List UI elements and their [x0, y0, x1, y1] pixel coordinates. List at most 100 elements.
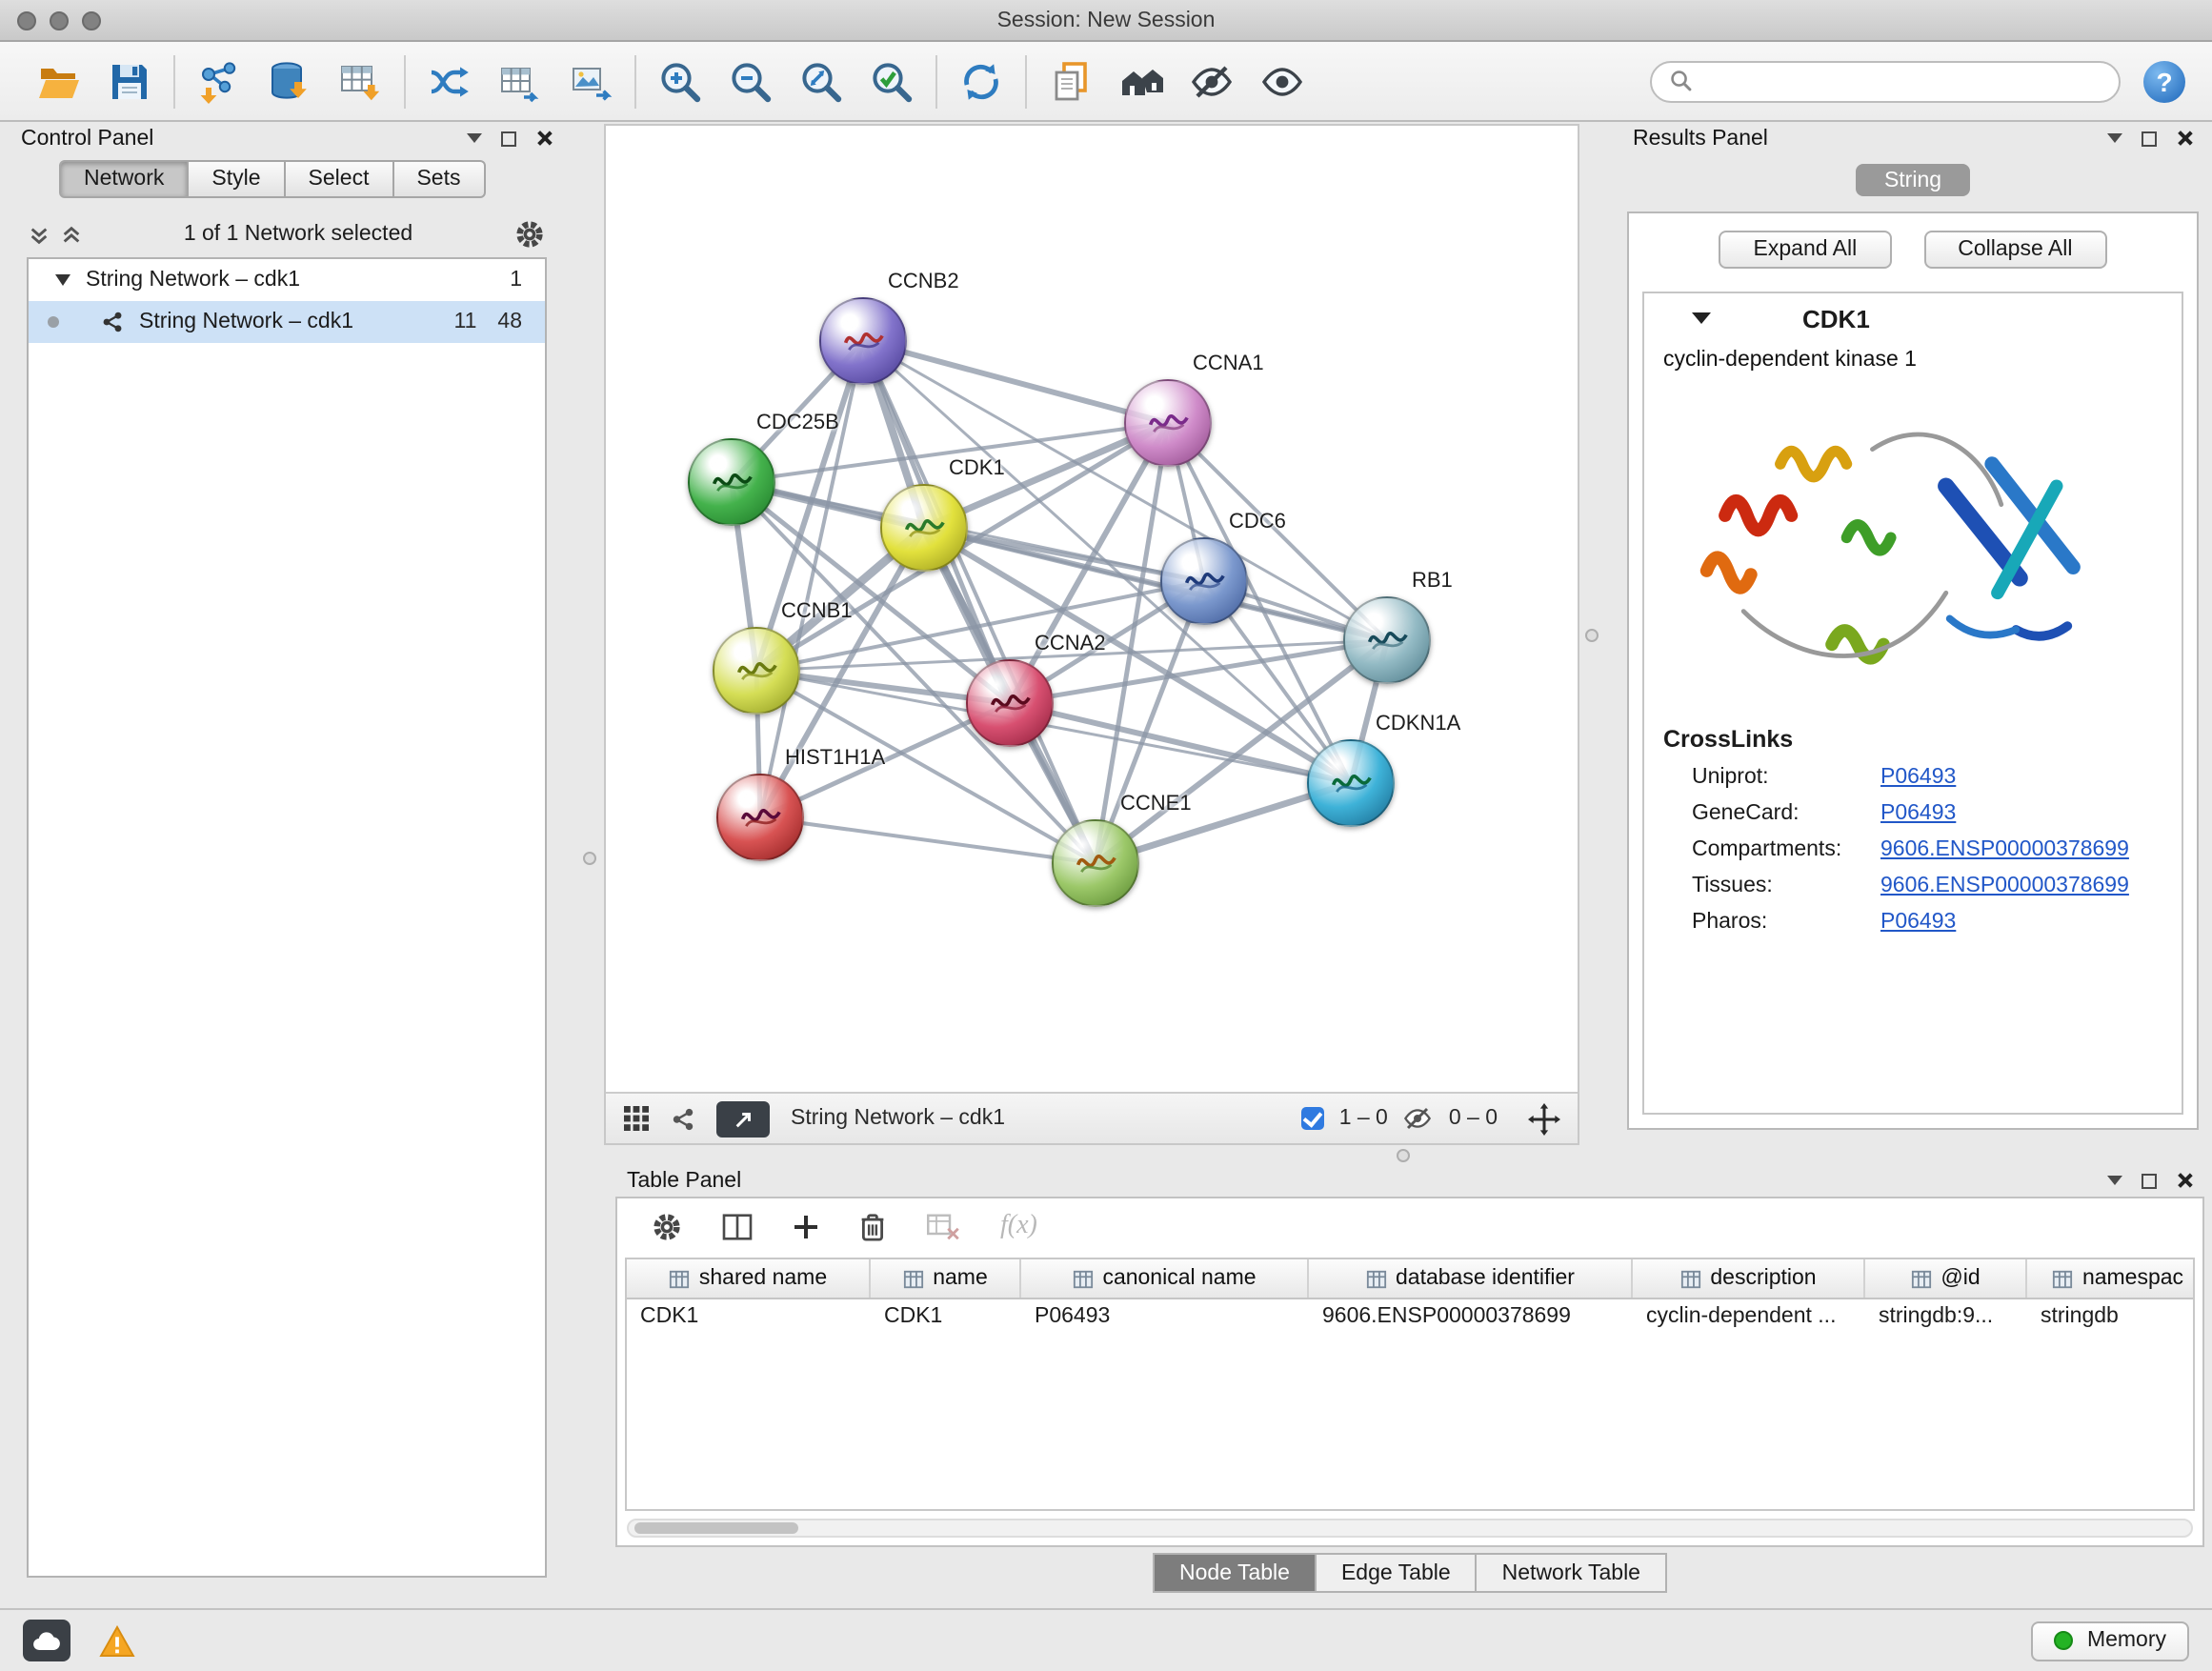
show-graphics-details-icon[interactable] [1257, 56, 1307, 106]
crosslink-link[interactable]: P06493 [1880, 802, 1956, 825]
detach-view-button[interactable] [716, 1100, 770, 1137]
node-CDK1[interactable] [880, 484, 968, 572]
close-window-button[interactable] [17, 10, 36, 30]
protein-ribbon-icon [836, 320, 890, 362]
import-table-file-icon[interactable] [335, 56, 385, 106]
collapse-panel-icon[interactable] [2107, 1176, 2122, 1185]
column-header-description[interactable]: description [1633, 1259, 1865, 1298]
string-results-box: Expand All Collapse All CDK1 cyclin-depe… [1627, 211, 2199, 1130]
node-CCNA1[interactable] [1124, 379, 1212, 467]
edge-CCNB2-CCNE1[interactable] [863, 341, 1096, 863]
selected-checkbox-icon[interactable] [1301, 1107, 1324, 1130]
expand-all-icon[interactable] [61, 224, 82, 245]
memory-status-dot [2055, 1631, 2074, 1650]
help-button[interactable]: ? [2143, 60, 2185, 102]
gear-icon[interactable] [514, 219, 545, 250]
node-CCNE1[interactable] [1052, 819, 1139, 907]
crosslink-link[interactable]: 9606.ENSP00000378699 [1880, 875, 2129, 897]
horizontal-scrollbar[interactable] [627, 1519, 2193, 1538]
float-panel-icon[interactable] [2142, 131, 2157, 146]
collapse-all-icon[interactable] [29, 224, 50, 245]
crosslink-link[interactable]: P06493 [1880, 911, 1956, 934]
crosslink-link[interactable]: 9606.ENSP00000378699 [1880, 838, 2129, 861]
network-icon[interactable] [671, 1106, 695, 1131]
protein-ribbon-icon [1177, 560, 1231, 602]
new-network-from-table-icon[interactable] [495, 56, 545, 106]
node-CCNB1[interactable] [713, 627, 800, 715]
expand-all-button[interactable]: Expand All [1719, 231, 1892, 269]
zoom-out-icon[interactable] [726, 56, 775, 106]
scrollbar-thumb[interactable] [634, 1522, 798, 1534]
collapse-panel-icon[interactable] [2107, 133, 2122, 143]
float-panel-icon[interactable] [501, 131, 516, 146]
column-header-shared-name[interactable]: shared name [627, 1259, 871, 1298]
minimize-window-button[interactable] [50, 10, 69, 30]
search-input[interactable] [1703, 70, 2101, 92]
add-column-icon[interactable] [793, 1214, 819, 1240]
network-collection-row[interactable]: String Network – cdk1 1 [29, 259, 545, 301]
zoom-in-icon[interactable] [655, 56, 705, 106]
network-row[interactable]: String Network – cdk1 11 48 [29, 301, 545, 343]
node-CDC6[interactable] [1160, 537, 1248, 625]
column-header-namespac[interactable]: namespac [2027, 1259, 2195, 1298]
show-columns-icon[interactable] [722, 1214, 753, 1240]
bottom-splitter-handle[interactable] [1397, 1149, 1410, 1162]
section-expander-icon[interactable] [1692, 312, 1711, 324]
refresh-layout-icon[interactable] [956, 56, 1006, 106]
warning-icon[interactable] [99, 1624, 135, 1657]
float-panel-icon[interactable] [2142, 1173, 2157, 1188]
copy-document-icon[interactable] [1046, 56, 1096, 106]
right-splitter-handle[interactable] [1585, 629, 1599, 642]
export-image-icon[interactable] [566, 56, 615, 106]
move-crosshair-icon[interactable] [1528, 1102, 1560, 1135]
column-header--id[interactable]: @id [1865, 1259, 2027, 1298]
new-network-icon[interactable] [425, 56, 474, 106]
tree-expander-icon[interactable] [55, 274, 70, 286]
column-header-canonical-name[interactable]: canonical name [1021, 1259, 1309, 1298]
table-settings-gear-icon[interactable] [652, 1212, 682, 1242]
protein-section-header[interactable]: CDK1 [1644, 293, 2182, 343]
search-field[interactable] [1650, 60, 2121, 102]
results-tab-string[interactable]: String [1856, 164, 1970, 196]
tab-select[interactable]: Select [286, 160, 394, 198]
close-panel-icon[interactable] [2176, 1172, 2193, 1189]
collapse-panel-icon[interactable] [467, 133, 482, 143]
zoom-selected-icon[interactable] [867, 56, 916, 106]
network-canvas[interactable]: CCNB2CCNA1CDC25BCDK1CDC6RB1CCNB1CCNA2CDK… [606, 126, 1578, 1092]
node-CDKN1A[interactable] [1307, 739, 1395, 827]
close-panel-icon[interactable] [2176, 130, 2193, 147]
node-RB1[interactable] [1343, 596, 1431, 684]
tab-edge-table[interactable]: Edge Table [1317, 1553, 1478, 1593]
node-CDC25B[interactable] [688, 438, 775, 526]
close-panel-icon[interactable] [535, 130, 553, 147]
grid-view-icon[interactable] [623, 1105, 650, 1132]
memory-button[interactable]: Memory [2032, 1621, 2189, 1661]
tab-network[interactable]: Network [59, 160, 189, 198]
node-CCNA2[interactable] [966, 659, 1054, 747]
network-overview-icon[interactable] [1116, 56, 1166, 106]
tab-network-table[interactable]: Network Table [1478, 1553, 1667, 1593]
import-network-database-icon[interactable] [265, 56, 314, 106]
tab-style[interactable]: Style [189, 160, 285, 198]
column-header-database-identifier[interactable]: database identifier [1309, 1259, 1633, 1298]
left-splitter-handle[interactable] [583, 852, 596, 865]
maximize-window-button[interactable] [82, 10, 101, 30]
node-HIST1H1A[interactable] [716, 774, 804, 861]
network-tree: String Network – cdk1 1 String Network –… [27, 257, 547, 1578]
hidden-eye-icon[interactable] [1403, 1103, 1434, 1134]
column-header-name[interactable]: name [871, 1259, 1021, 1298]
tab-sets[interactable]: Sets [393, 160, 485, 198]
hide-graphics-details-icon[interactable] [1187, 56, 1237, 106]
crosslink-link[interactable]: P06493 [1880, 766, 1956, 789]
zoom-fit-icon[interactable] [796, 56, 846, 106]
table-row[interactable]: CDK1CDK1P064939606.ENSP00000378699cyclin… [627, 1299, 2193, 1338]
open-session-icon[interactable] [34, 56, 84, 106]
save-session-icon[interactable] [105, 56, 154, 106]
collapse-all-button[interactable]: Collapse All [1923, 231, 2106, 269]
cloud-status-icon[interactable] [23, 1620, 70, 1661]
delete-column-trash-icon[interactable] [859, 1212, 886, 1242]
node-CCNB2[interactable] [819, 297, 907, 385]
tab-node-table[interactable]: Node Table [1153, 1553, 1317, 1593]
edge-HIST1H1A-CCNE1[interactable] [760, 817, 1096, 863]
import-network-file-icon[interactable] [194, 56, 244, 106]
